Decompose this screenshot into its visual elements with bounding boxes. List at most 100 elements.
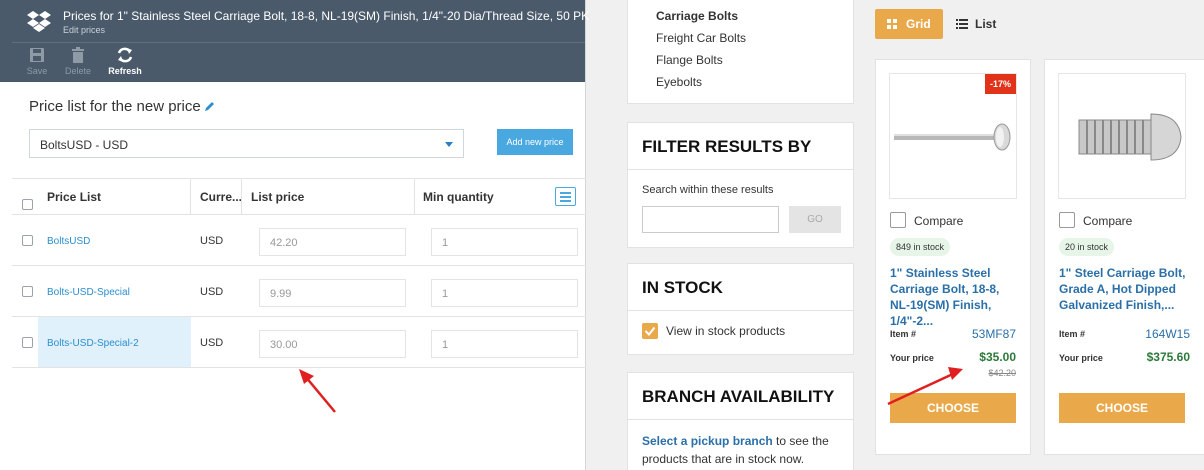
category-item[interactable]: Freight Car Bolts bbox=[656, 31, 746, 45]
category-item[interactable]: Eyebolts bbox=[656, 75, 702, 89]
list-view-button[interactable]: List bbox=[975, 17, 996, 31]
caret-down-icon bbox=[445, 142, 453, 147]
refresh-label: Refresh bbox=[108, 66, 142, 76]
refresh-button[interactable]: Refresh bbox=[107, 46, 143, 76]
table-row[interactable]: Bolts-USD-Special-2 USD 30.00 1 bbox=[12, 317, 586, 368]
choose-button[interactable]: CHOOSE bbox=[1059, 393, 1185, 423]
header-divider bbox=[12, 42, 585, 43]
column-header-currency[interactable]: Curre... bbox=[200, 190, 242, 204]
discount-badge: -17% bbox=[984, 74, 1016, 94]
category-list: Carriage Bolts Freight Car Bolts Flange … bbox=[627, 0, 854, 104]
filter-heading: FILTER RESULTS BY bbox=[642, 137, 812, 156]
price-list-title: Price list for the new price bbox=[29, 98, 201, 115]
price-list-select-value: BoltsUSD - USD bbox=[40, 138, 129, 152]
admin-header: Prices for 1" Stainless Steel Carriage B… bbox=[0, 0, 589, 82]
column-header-price-list[interactable]: Price List bbox=[47, 190, 101, 204]
pencil-icon[interactable] bbox=[204, 100, 216, 112]
in-stock-label[interactable]: View in stock products bbox=[666, 324, 785, 338]
product-title-link[interactable]: 1" Stainless Steel Carriage Bolt, 18-8, … bbox=[890, 265, 1022, 329]
save-label: Save bbox=[26, 66, 48, 76]
refresh-icon bbox=[117, 47, 133, 63]
min-quantity-input[interactable]: 1 bbox=[431, 228, 578, 256]
current-price: $35.00 bbox=[979, 350, 1016, 364]
product-image[interactable] bbox=[1058, 73, 1186, 199]
go-button[interactable]: GO bbox=[789, 206, 841, 233]
item-number-value[interactable]: 164W15 bbox=[1145, 327, 1190, 341]
min-quantity-input[interactable]: 1 bbox=[431, 279, 578, 307]
your-price-label: Your price bbox=[1059, 353, 1103, 363]
product-card: -17% Compare 849 in stock 1" Stainless S… bbox=[875, 59, 1031, 455]
admin-page-subtitle: Edit prices bbox=[63, 25, 106, 35]
branch-text: Select a pickup branch to see the produc… bbox=[642, 432, 842, 468]
list-icon[interactable] bbox=[956, 19, 968, 29]
divider bbox=[628, 169, 853, 170]
compare-label[interactable]: Compare bbox=[914, 214, 963, 228]
price-list-link[interactable]: Bolts-USD-Special-2 bbox=[47, 338, 139, 349]
save-button[interactable]: Save bbox=[19, 46, 55, 76]
admin-page-title: Prices for 1" Stainless Steel Carriage B… bbox=[63, 9, 590, 23]
list-price-input[interactable]: 30.00 bbox=[259, 330, 406, 358]
compare-checkbox[interactable] bbox=[1059, 212, 1075, 228]
list-price-input[interactable]: 9.99 bbox=[259, 279, 406, 307]
column-divider bbox=[414, 179, 415, 215]
price-list-link[interactable]: BoltsUSD bbox=[47, 236, 90, 247]
currency-cell: USD bbox=[200, 337, 224, 349]
in-stock-heading: IN STOCK bbox=[642, 278, 723, 297]
add-new-price-button[interactable]: Add new price bbox=[497, 129, 573, 155]
table-row[interactable]: BoltsUSD USD 42.20 1 bbox=[12, 215, 586, 266]
branch-heading: BRANCH AVAILABILITY bbox=[642, 387, 835, 406]
original-price: $42.20 bbox=[988, 368, 1016, 378]
list-price-input[interactable]: 42.20 bbox=[259, 228, 406, 256]
item-number-label: Item # bbox=[1059, 329, 1086, 339]
checked-checkbox-icon[interactable] bbox=[642, 323, 658, 339]
product-card: Compare 20 in stock 1" Steel Carriage Bo… bbox=[1044, 59, 1204, 455]
your-price-label: Your price bbox=[890, 353, 934, 363]
divider bbox=[628, 310, 853, 311]
admin-panel: Prices for 1" Stainless Steel Carriage B… bbox=[0, 0, 589, 470]
grid-icon bbox=[887, 19, 897, 29]
column-divider bbox=[241, 179, 242, 215]
compare-checkbox[interactable] bbox=[890, 212, 906, 228]
branch-availability-panel: BRANCH AVAILABILITY Select a pickup bran… bbox=[627, 372, 854, 470]
product-image[interactable]: -17% bbox=[889, 73, 1017, 199]
price-table: Price List Curre... List price Min quant… bbox=[12, 178, 586, 368]
divider bbox=[628, 419, 853, 420]
delete-button[interactable]: Delete bbox=[60, 46, 96, 76]
select-all-checkbox[interactable] bbox=[22, 199, 33, 210]
current-price: $375.60 bbox=[1146, 350, 1190, 364]
currency-cell: USD bbox=[200, 286, 224, 298]
column-header-list-price[interactable]: List price bbox=[251, 190, 304, 204]
grid-view-label: Grid bbox=[906, 17, 931, 31]
table-header-row: Price List Curre... List price Min quant… bbox=[12, 179, 586, 215]
stock-badge: 20 in stock bbox=[1059, 238, 1115, 256]
filter-results-panel: FILTER RESULTS BY Search within these re… bbox=[627, 122, 854, 248]
price-list-link[interactable]: Bolts-USD-Special bbox=[47, 287, 130, 298]
carriage-bolt-image bbox=[1078, 113, 1182, 161]
row-checkbox[interactable] bbox=[22, 286, 33, 297]
product-title-link[interactable]: 1" Steel Carriage Bolt, Grade A, Hot Dip… bbox=[1059, 265, 1191, 313]
column-divider bbox=[190, 179, 191, 215]
column-chooser-button[interactable] bbox=[555, 187, 576, 206]
min-quantity-input[interactable]: 1 bbox=[431, 330, 578, 358]
select-pickup-branch-link[interactable]: Select a pickup branch bbox=[642, 434, 773, 448]
in-stock-panel: IN STOCK View in stock products bbox=[627, 263, 854, 355]
stock-badge: 849 in stock bbox=[890, 238, 951, 256]
price-list-select[interactable]: BoltsUSD - USD bbox=[29, 129, 464, 158]
trash-icon bbox=[72, 47, 84, 63]
compare-label[interactable]: Compare bbox=[1083, 214, 1132, 228]
table-row[interactable]: Bolts-USD-Special USD 9.99 1 bbox=[12, 266, 586, 317]
row-checkbox[interactable] bbox=[22, 337, 33, 348]
row-checkbox[interactable] bbox=[22, 235, 33, 246]
grid-view-button[interactable]: Grid bbox=[875, 9, 943, 39]
category-item[interactable]: Flange Bolts bbox=[656, 53, 723, 67]
currency-cell: USD bbox=[200, 235, 224, 247]
delete-label: Delete bbox=[64, 66, 91, 76]
search-label: Search within these results bbox=[642, 184, 774, 196]
dropbox-logo-icon bbox=[27, 11, 51, 32]
item-number-label: Item # bbox=[890, 329, 917, 339]
choose-button[interactable]: CHOOSE bbox=[890, 393, 1016, 423]
search-within-input[interactable] bbox=[642, 206, 779, 233]
column-header-min-quantity[interactable]: Min quantity bbox=[423, 190, 494, 204]
category-item[interactable]: Carriage Bolts bbox=[656, 9, 738, 23]
item-number-value[interactable]: 53MF87 bbox=[972, 327, 1016, 341]
